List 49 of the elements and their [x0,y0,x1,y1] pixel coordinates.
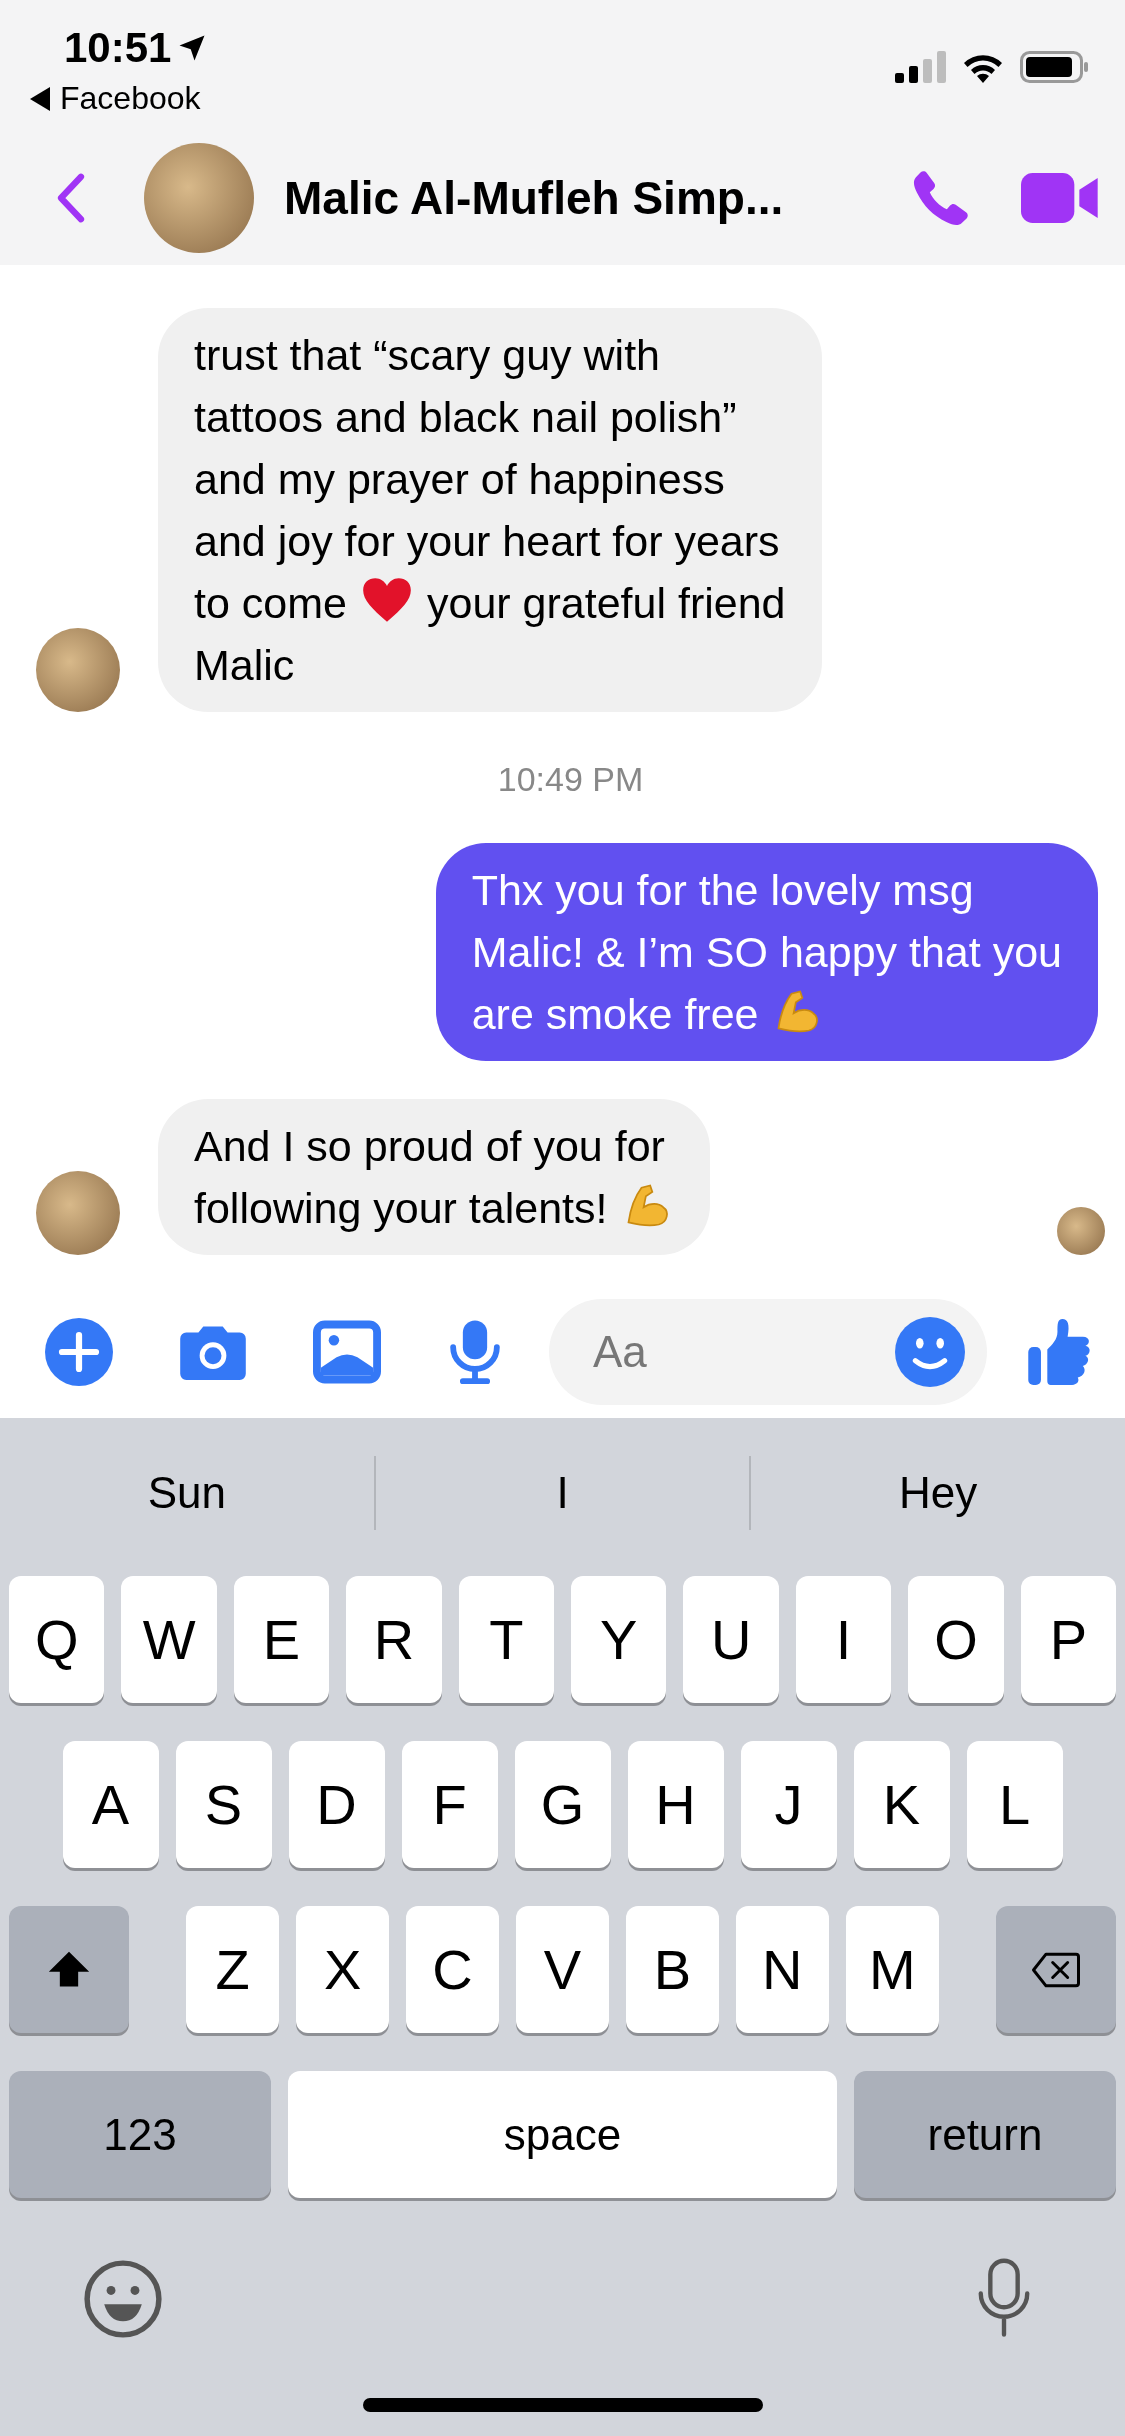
suggestion[interactable]: Sun [147,1468,226,1518]
message-text: and joy for your heart for years [194,517,780,565]
keyboard-key[interactable]: W [121,1576,217,1703]
return-key[interactable]: return [854,2071,1116,2198]
keyboard-key[interactable]: P [1020,1576,1117,1703]
message-text: Thx you for the lovely msg [471,866,974,914]
message-text: tattoos and black nail polish” [194,393,737,441]
timestamp: 10:49 PM [497,760,644,799]
keyboard-key[interactable]: K [853,1741,950,1868]
message-text: following your talents! [194,1184,608,1232]
status-time: 10:51 [64,24,172,72]
keyboard-key[interactable]: O [908,1576,1004,1703]
keyboard-key[interactable]: L [966,1741,1063,1868]
keyboard-key[interactable]: D [288,1741,385,1868]
keyboard-key[interactable]: R [346,1576,442,1703]
keyboard-key[interactable]: U [683,1576,779,1703]
message-text: Malic [194,641,295,689]
keyboard-key[interactable]: B [625,1906,719,2033]
keyboard-key[interactable]: F [401,1741,498,1868]
keyboard-key[interactable]: A [62,1741,159,1868]
keyboard-key[interactable]: I [795,1576,892,1703]
message-text: And I so proud of you for [194,1122,665,1170]
back-to-app-link[interactable]: Facebook [60,80,201,117]
message-text: to come [194,579,347,627]
keyboard-key[interactable]: E [233,1576,330,1703]
keyboard-key[interactable]: Y [571,1576,667,1703]
keyboard-key[interactable]: N [735,1906,829,2033]
message-text: Malic! & I’m SO happy that you [471,928,1062,976]
numbers-key[interactable]: 123 [9,2071,271,2198]
contact-name[interactable]: Malic Al-Mufleh Simp... [284,170,909,225]
message-text: trust that “scary guy with [194,331,660,379]
message-text: your grateful friend [426,579,786,627]
message-text: are smoke free [471,990,759,1038]
space-key[interactable]: space [288,2071,837,2198]
keyboard-key[interactable]: Q [8,1576,105,1703]
keyboard-key[interactable]: M [845,1906,939,2033]
keyboard-key[interactable]: H [627,1741,724,1868]
keyboard-key[interactable]: G [514,1741,611,1868]
keyboard-key[interactable]: X [296,1906,390,2033]
suggestion[interactable]: Hey [899,1468,978,1518]
message-text: and my prayer of happiness [194,455,725,503]
keyboard-key[interactable]: Z [186,1906,280,2033]
keyboard-key[interactable]: V [516,1906,609,2033]
message-input[interactable]: Aa [549,1298,987,1405]
keyboard-key[interactable]: T [458,1576,554,1703]
suggestion[interactable]: I [556,1468,569,1518]
keyboard-key[interactable]: J [740,1741,837,1868]
keyboard-key[interactable]: S [175,1741,272,1868]
keyboard-key[interactable]: C [406,1906,500,2033]
